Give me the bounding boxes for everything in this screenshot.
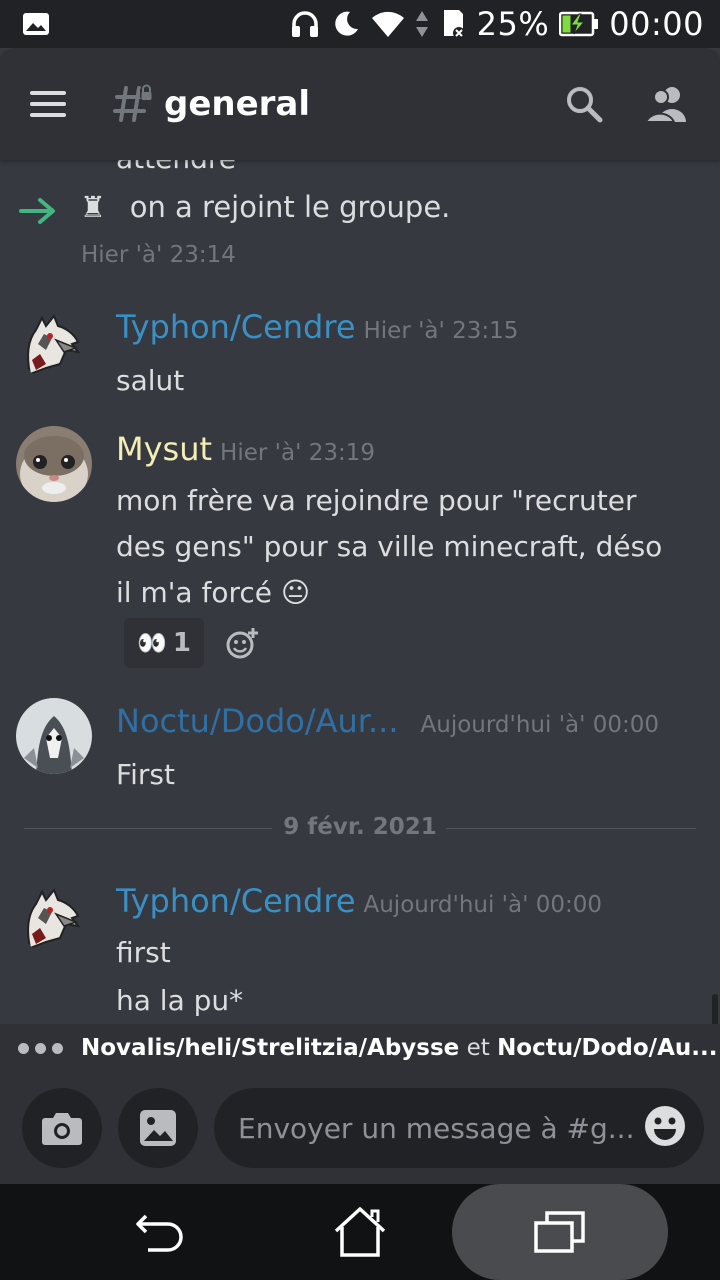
join-event-time: Hier 'à' 23:14 [81,242,236,268]
message-text: salut [116,364,185,397]
search-icon [567,87,603,123]
sd-card-icon [439,8,467,40]
join-arrow-icon [18,196,58,230]
message-list[interactable]: attendre ♜ on a rejoint le groupe. Hier … [0,160,720,1024]
avatar[interactable] [16,878,92,954]
message-input-box[interactable] [214,1088,704,1168]
reaction-count: 1 [172,628,191,658]
message-header: Mysut Hier 'à' 23:19 [116,430,375,468]
typing-conjunction: et [459,1035,498,1061]
channel-header: general [0,48,720,160]
typing-user: Novalis/heli/Strelitzia/Abysse [81,1035,460,1061]
message-text: first [116,936,171,969]
back-icon[interactable] [128,1204,192,1260]
channel-title: general [164,84,311,124]
message-header: Noctu/Dodo/Aur... Aujourd'hui 'à' 00:00 [116,702,659,740]
message-text: ha la pu* [116,984,244,1017]
image-icon [22,12,50,36]
camera-button[interactable] [22,1088,102,1168]
wifi-icon [371,9,405,39]
message-time: Hier 'à' 23:15 [363,318,519,344]
discord-screen: 25% 00:00 general attendre [0,0,720,1280]
date-divider: 9 févr. 2021 [24,814,696,844]
date-divider-label: 9 févr. 2021 [283,814,437,840]
author-name[interactable]: Noctu/Dodo/Aur... [116,702,399,740]
battery-percent: 25% [476,5,550,43]
message-time: Hier 'à' 23:19 [220,440,375,466]
members-icon [644,87,686,123]
image-icon [140,1110,176,1146]
add-reaction-icon[interactable] [224,626,260,662]
clock: 00:00 [609,5,704,43]
status-bar: 25% 00:00 [0,0,720,48]
avatar[interactable] [16,426,92,502]
join-event: ♜ on a rejoint le groupe. Hier 'à' 23:14 [0,190,720,270]
author-name[interactable]: Typhon/Cendre [116,308,356,346]
smiley-icon[interactable] [644,1105,686,1151]
moon-icon [331,9,361,39]
locked-hash-icon [112,82,156,126]
gallery-button[interactable] [118,1088,198,1168]
typing-indicator: Novalis/heli/Strelitzia/Abysse et Noctu/… [0,1024,720,1072]
avatar[interactable] [16,698,92,774]
home-icon[interactable] [328,1202,392,1262]
recents-icon[interactable] [528,1204,592,1260]
message-input[interactable] [238,1111,644,1145]
author-name[interactable]: Typhon/Cendre [116,882,356,920]
battery-charging-icon [559,11,599,37]
join-event-text: ♜ on a rejoint le groupe. [80,190,451,224]
avatar[interactable] [16,304,92,380]
headphones-icon [289,8,321,40]
message-header: Typhon/Cendre Hier 'à' 23:15 [116,308,518,346]
reaction-eyes[interactable]: 👀 1 [124,618,204,668]
neutral-face-emoji: 😐 [280,576,311,609]
camera-icon [42,1113,82,1145]
message-header: Typhon/Cendre Aujourd'hui 'à' 00:00 [116,882,602,920]
message-body: mon frère va rejoindre pour "recruter de… [116,484,663,609]
members-button[interactable] [638,76,694,132]
message-time: Aujourd'hui 'à' 00:00 [420,712,660,738]
data-arrows-icon [415,9,429,39]
message-time: Aujourd'hui 'à' 00:00 [363,892,603,918]
message-composer [0,1072,720,1184]
author-name[interactable]: Mysut [116,430,212,468]
scrollbar[interactable] [712,994,718,1024]
clipped-message-text: attendre [116,160,236,175]
hamburger-icon[interactable] [30,76,86,132]
message-text: mon frère va rejoindre pour "recruter de… [116,478,680,616]
message-text: First [116,758,175,791]
typing-user: Noctu/Dodo/Au... [497,1035,718,1061]
eyes-emoji: 👀 [137,629,167,657]
typing-dots-icon [18,1042,63,1054]
search-button[interactable] [556,76,612,132]
system-nav-bar [0,1184,720,1280]
